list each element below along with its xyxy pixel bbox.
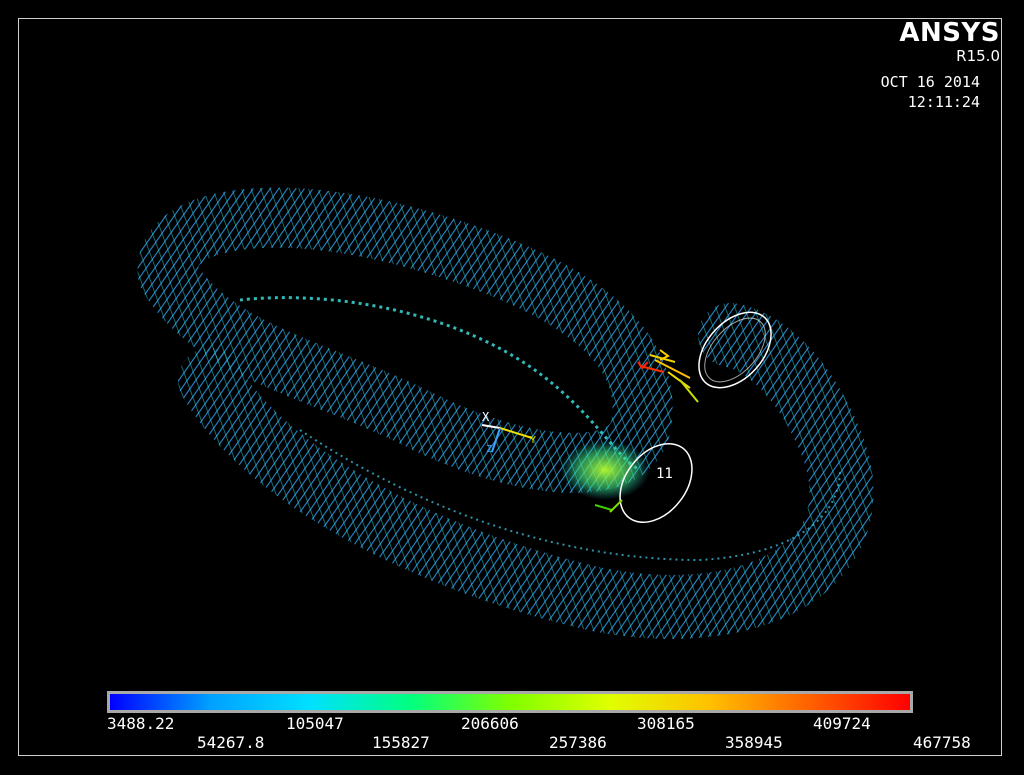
legend-label-bottom-3: 257386	[549, 733, 607, 752]
legend-label-bottom-5: 467758	[913, 733, 971, 752]
time-label: 12:11:24	[907, 93, 980, 111]
legend-label-top-5: 409724	[813, 714, 871, 733]
legend-label-top-4: 308165	[637, 714, 695, 733]
graphics-viewport[interactable]: X Y Z 11 ANSYS R15.0 OCT 16 2014 12:11:2…	[0, 0, 1024, 775]
legend-label-bottom-2: 155827	[372, 733, 430, 752]
contour-legend-bar	[107, 691, 913, 713]
vector-plot[interactable]: X Y Z 11	[0, 0, 1024, 775]
triad-x-label: X	[482, 410, 490, 424]
triad-y-label: Y	[530, 435, 536, 446]
timestamp: OCT 16 2014 12:11:24	[881, 72, 980, 112]
legend-label-top-1: 3488.22	[107, 714, 175, 733]
legend-label-bottom-4: 358945	[725, 733, 783, 752]
torus-vector-field	[137, 187, 874, 639]
legend-label-top-2: 105047	[286, 714, 344, 733]
ansys-logo: ANSYS	[899, 18, 1000, 48]
brand-block: ANSYS R15.0	[899, 18, 1000, 64]
velocity-hotspot	[560, 440, 650, 500]
legend-label-bottom-1: 54267.8	[197, 733, 265, 752]
triad-z-label: Z	[486, 444, 492, 455]
date-label: OCT 16 2014	[880, 73, 980, 91]
version-label: R15.0	[956, 47, 1000, 65]
legend-label-top-3: 206606	[461, 714, 519, 733]
node-label: 11	[656, 466, 673, 482]
colorbar-gradient	[110, 694, 910, 710]
